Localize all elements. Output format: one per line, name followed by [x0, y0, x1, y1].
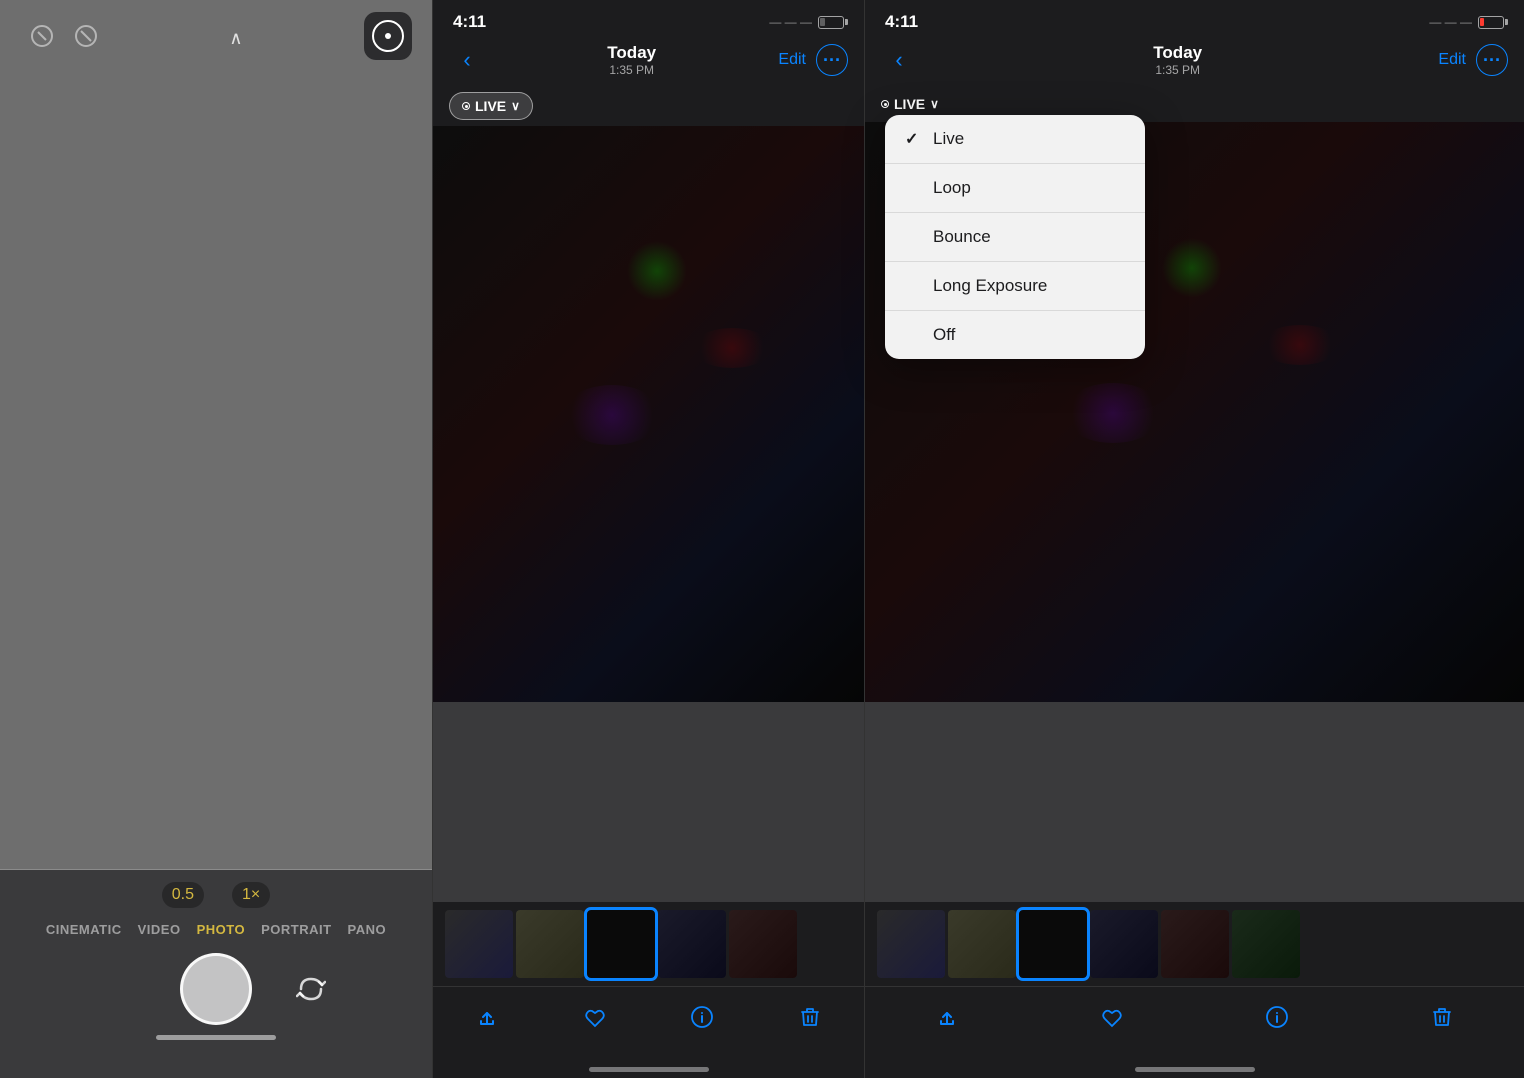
- dropdown-live-label: Live: [933, 129, 964, 149]
- status-icons: — — —: [769, 15, 844, 29]
- photos-nav-bar: ‹ Today 1:35 PM Edit ···: [433, 38, 864, 86]
- photo-blob-3-2: [1260, 325, 1340, 365]
- status-icons-3: — — —: [1429, 15, 1504, 29]
- live-pill-3[interactable]: LIVE ∨: [881, 92, 939, 116]
- camera-panel: ∧ LIVE 0.5 1× CINEMATIC VIDEO PHOTO PORT…: [0, 0, 432, 1078]
- photos-gray-area-3: [865, 702, 1524, 902]
- home-indicator: [156, 1035, 276, 1040]
- thumbnail-3[interactable]: [587, 910, 655, 978]
- photos-nav-bar-3: ‹ Today 1:35 PM Edit ···: [865, 38, 1524, 86]
- status-time-3: 4:11: [885, 12, 918, 32]
- dropdown-long-exposure-label: Long Exposure: [933, 276, 1047, 296]
- photo-blob-3-3: [1063, 383, 1163, 443]
- photos-panel: 4:11 — — — ‹ Today 1:35 PM Edit ···: [432, 0, 864, 1078]
- share-button-3[interactable]: [927, 997, 967, 1037]
- info-button[interactable]: [682, 997, 722, 1037]
- mode-photo[interactable]: PHOTO: [197, 922, 246, 937]
- photo-blob-3-1: [1162, 238, 1222, 298]
- dropdown-item-long-exposure[interactable]: Long Exposure: [885, 262, 1145, 311]
- live-dot-icon: [462, 102, 470, 110]
- battery-icon: [818, 16, 844, 29]
- mode-video[interactable]: VIDEO: [138, 922, 181, 937]
- dropdown-bounce-label: Bounce: [933, 227, 991, 247]
- photos-dropdown-panel: 4:11 — — — ‹ Today 1:35 PM Edit ··· LIVE: [864, 0, 1524, 1078]
- more-options-btn[interactable]: ···: [816, 44, 848, 76]
- camera-live-btn[interactable]: [64, 14, 108, 58]
- photos-toolbar: [433, 986, 864, 1067]
- dropdown-item-off[interactable]: Off: [885, 311, 1145, 359]
- share-button[interactable]: [467, 997, 507, 1037]
- thumbnails-row-3: [865, 902, 1524, 986]
- live-chevron-icon: ∨: [511, 99, 520, 113]
- home-indicator-2: [589, 1067, 709, 1072]
- thumbnail-3-5[interactable]: [1161, 910, 1229, 978]
- camera-expand-btn[interactable]: ∧: [229, 28, 242, 49]
- edit-button-3[interactable]: Edit: [1438, 51, 1466, 69]
- shutter-button[interactable]: [180, 953, 252, 1025]
- photo-blob-3: [562, 385, 662, 445]
- mode-portrait[interactable]: PORTRAIT: [261, 922, 331, 937]
- favorite-button[interactable]: [575, 997, 615, 1037]
- thumbnail-2[interactable]: [516, 910, 584, 978]
- dropdown-loop-label: Loop: [933, 178, 971, 198]
- mode-cinematic[interactable]: CINEMATIC: [46, 922, 122, 937]
- thumbnail-4[interactable]: [658, 910, 726, 978]
- battery-icon-3: [1478, 16, 1504, 29]
- photo-content: [433, 126, 864, 702]
- home-indicator-3: [1135, 1067, 1255, 1072]
- dropdown-item-bounce[interactable]: Bounce: [885, 213, 1145, 262]
- zoom-05-btn[interactable]: 0.5: [162, 882, 204, 908]
- rotate-camera-btn[interactable]: [292, 970, 330, 1008]
- live-pill[interactable]: LIVE ∨: [449, 92, 533, 120]
- photo-blob-1: [627, 241, 687, 301]
- favorite-button-3[interactable]: [1092, 997, 1132, 1037]
- thumbnail-5[interactable]: [729, 910, 797, 978]
- more-options-btn-3[interactable]: ···: [1476, 44, 1508, 76]
- camera-flash-btn[interactable]: [20, 14, 64, 58]
- main-photo: [433, 126, 864, 702]
- photos-toolbar-3: [865, 986, 1524, 1067]
- photo-blob-2: [692, 328, 772, 368]
- delete-button[interactable]: [790, 997, 830, 1037]
- thumbnail-3-4[interactable]: [1090, 910, 1158, 978]
- nav-title-3: Today 1:35 PM: [1153, 43, 1202, 77]
- nav-actions: Edit ···: [778, 44, 848, 76]
- back-button[interactable]: ‹: [449, 42, 485, 78]
- back-button-3[interactable]: ‹: [881, 42, 917, 78]
- mode-pano[interactable]: PANO: [348, 922, 387, 937]
- camera-target-btn[interactable]: [364, 12, 412, 60]
- delete-button-3[interactable]: [1422, 997, 1462, 1037]
- thumbnail-3-6[interactable]: [1232, 910, 1300, 978]
- camera-controls-row: [0, 947, 432, 1035]
- camera-viewfinder: [0, 68, 432, 869]
- live-dot-icon-3: [881, 100, 889, 108]
- thumbnails-row: [433, 902, 864, 986]
- thumbnail-3-2[interactable]: [948, 910, 1016, 978]
- camera-modes-row: CINEMATIC VIDEO PHOTO PORTRAIT PANO: [0, 916, 432, 947]
- photos-gray-area: [433, 702, 864, 902]
- dropdown-item-live[interactable]: ✓ Live: [885, 115, 1145, 164]
- checkmark-icon: ✓: [905, 129, 925, 149]
- camera-bottom: 0.5 1× CINEMATIC VIDEO PHOTO PORTRAIT PA…: [0, 870, 432, 1078]
- thumbnail-3-3[interactable]: [1019, 910, 1087, 978]
- camera-top-bar: ∧: [0, 0, 432, 68]
- thumbnail-3-1[interactable]: [877, 910, 945, 978]
- thumbnail-1[interactable]: [445, 910, 513, 978]
- photos-status-bar: 4:11 — — —: [433, 0, 864, 38]
- status-time: 4:11: [453, 12, 486, 32]
- zoom-1x-btn[interactable]: 1×: [232, 882, 270, 908]
- live-dropdown-menu: ✓ Live Loop Bounce Long Exposure Off: [885, 115, 1145, 359]
- photos-status-bar-3: 4:11 — — —: [865, 0, 1524, 38]
- info-button-3[interactable]: [1257, 997, 1297, 1037]
- camera-zoom-row: 0.5 1×: [0, 870, 432, 916]
- dropdown-item-loop[interactable]: Loop: [885, 164, 1145, 213]
- nav-actions-3: Edit ···: [1438, 44, 1508, 76]
- nav-title: Today 1:35 PM: [607, 43, 656, 77]
- edit-button[interactable]: Edit: [778, 51, 806, 69]
- live-chevron-icon-3: ∨: [930, 97, 939, 111]
- dropdown-off-label: Off: [933, 325, 955, 345]
